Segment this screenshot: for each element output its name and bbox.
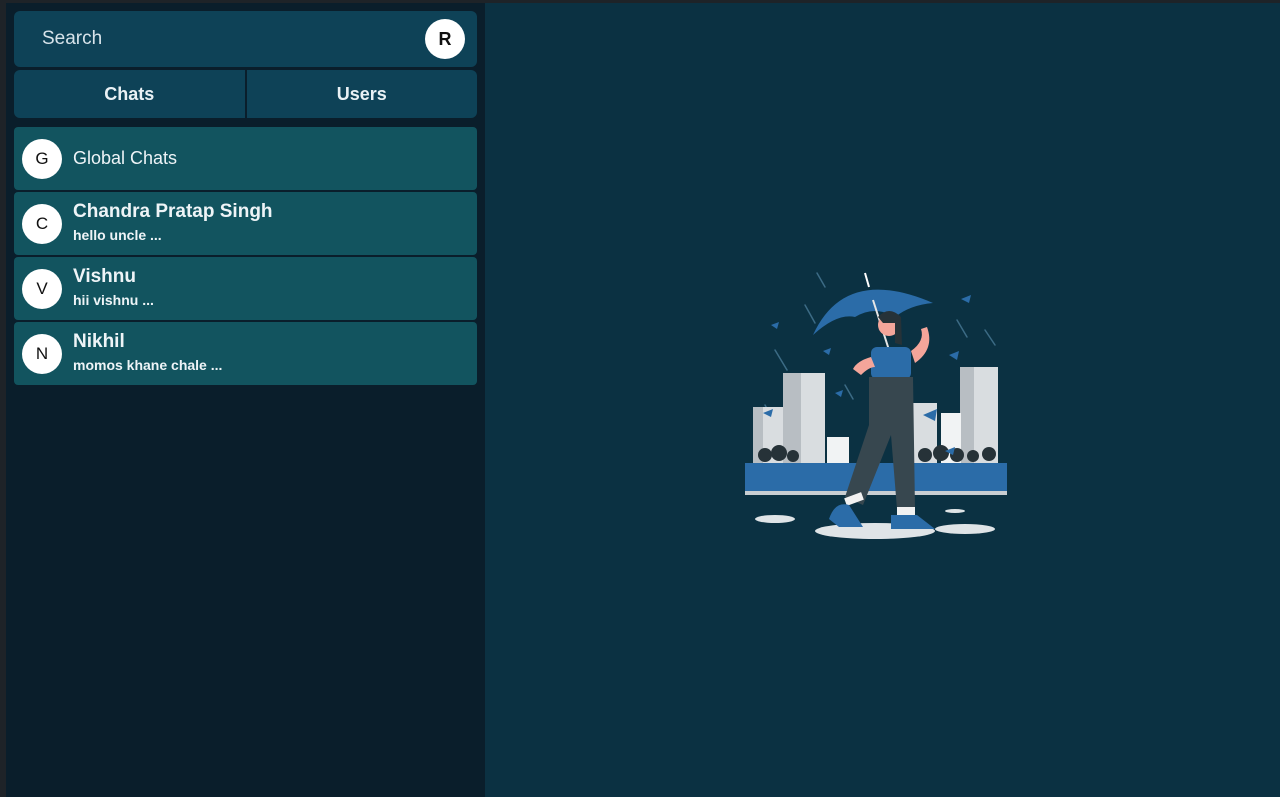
tab-users[interactable]: Users bbox=[246, 70, 477, 118]
chat-last-message: hello uncle ... bbox=[73, 227, 162, 243]
search-bar: R bbox=[14, 11, 477, 67]
chat-app: R Chats Users G Global Chats C Chandra P… bbox=[6, 3, 1280, 797]
chat-item-global-chats[interactable]: G Global Chats bbox=[14, 127, 477, 190]
avatar: N bbox=[22, 334, 62, 374]
chat-last-message: hii vishnu ... bbox=[73, 292, 154, 308]
chat-last-message: momos khane chale ... bbox=[73, 357, 223, 373]
chat-name: Global Chats bbox=[73, 148, 178, 168]
chat-name: Vishnu bbox=[73, 266, 136, 287]
chat-name: Nikhil bbox=[73, 331, 125, 352]
chat-item-nikhil[interactable]: N Nikhil momos khane chale ... bbox=[14, 322, 477, 385]
sidebar: R Chats Users G Global Chats C Chandra P… bbox=[6, 3, 485, 797]
chat-item-vishnu[interactable]: V Vishnu hii vishnu ... bbox=[14, 257, 477, 320]
profile-avatar[interactable]: R bbox=[425, 19, 465, 59]
chat-list: G Global Chats C Chandra Pratap Singh he… bbox=[14, 127, 477, 387]
avatar: V bbox=[22, 269, 62, 309]
chat-item-chandra-pratap-singh[interactable]: C Chandra Pratap Singh hello uncle ... bbox=[14, 192, 477, 255]
chat-name: Chandra Pratap Singh bbox=[73, 201, 273, 222]
chat-window-placeholder bbox=[485, 3, 1280, 797]
rainy-city-illustration bbox=[745, 272, 1007, 539]
avatar: C bbox=[22, 204, 62, 244]
tab-chats[interactable]: Chats bbox=[14, 70, 245, 118]
avatar: G bbox=[22, 139, 62, 179]
search-input[interactable] bbox=[32, 19, 412, 59]
tab-bar: Chats Users bbox=[14, 70, 477, 118]
